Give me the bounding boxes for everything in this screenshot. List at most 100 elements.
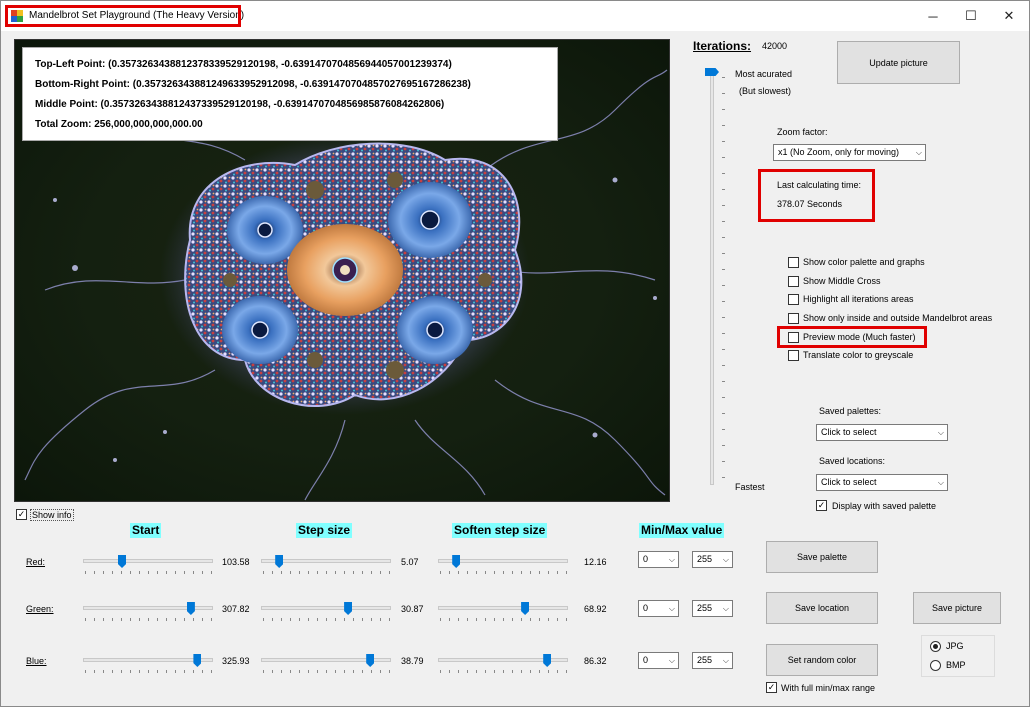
green-soften-thumb[interactable] [521, 602, 530, 615]
chevron-down-icon: ⌵ [668, 604, 675, 613]
jpg-radio[interactable] [930, 641, 941, 652]
blue-min-select[interactable]: 0 ⌵ [638, 652, 679, 669]
random-color-button[interactable]: Set random color [766, 644, 878, 676]
option-label-inside-outside[interactable]: Show only inside and outside Mandelbrot … [803, 313, 992, 323]
option-checkbox-greyscale[interactable] [788, 350, 799, 361]
blue-start-ticks [85, 670, 213, 673]
option-checkbox-highlight[interactable] [788, 294, 799, 305]
red-soften-ticks [440, 571, 568, 574]
title-bar[interactable]: Mandelbrot Set Playground (The Heavy Ver… [1, 1, 1029, 31]
red-start-ticks [85, 571, 213, 574]
green-start-ticks [85, 618, 213, 621]
zoom-factor-select[interactable]: x1 (No Zoom, only for moving) ⌵ [773, 144, 926, 161]
total-zoom: Total Zoom: 256,000,000,000,000.00 [35, 119, 203, 130]
green-soften-track[interactable] [438, 606, 568, 610]
red-min-select[interactable]: 0 ⌵ [638, 551, 679, 568]
header-soften-step-size: Soften step size [452, 523, 548, 538]
green-step-track[interactable] [261, 606, 391, 610]
chevron-down-icon: ⌵ [937, 428, 944, 437]
minimize-button[interactable]: ─ [913, 1, 953, 31]
green-step-thumb[interactable] [344, 602, 353, 615]
jpg-label[interactable]: JPG [946, 641, 964, 651]
most-accurate-label: Most acurated [735, 69, 793, 79]
title-highlight-box [5, 5, 241, 27]
blue-max-value: 255 [697, 655, 713, 665]
option-label-palette[interactable]: Show color palette and graphs [803, 257, 925, 267]
red-step-thumb[interactable] [275, 555, 284, 568]
blue-min-value: 0 [643, 655, 649, 665]
calc-time-label: Last calculating time: [777, 180, 862, 190]
red-start-value: 103.58 [222, 557, 250, 567]
iterations-slider-track[interactable] [710, 71, 714, 485]
blue-soften-value: 86.32 [584, 656, 607, 666]
iterations-value: 42000 [762, 41, 788, 51]
full-range-label[interactable]: With full min/max range [781, 683, 875, 693]
blue-max-select[interactable]: 255 ⌵ [692, 652, 733, 669]
update-picture-button[interactable]: Update picture [837, 41, 960, 84]
red-max-select[interactable]: 255 ⌵ [692, 551, 733, 568]
saved-palettes-select[interactable]: Click to select ⌵ [816, 424, 948, 441]
option-checkbox-middle-cross[interactable] [788, 276, 799, 287]
chevron-down-icon: ⌵ [668, 656, 675, 665]
green-max-select[interactable]: 255 ⌵ [692, 600, 733, 617]
full-range-checkbox[interactable]: ✓ [766, 682, 777, 693]
green-start-thumb[interactable] [186, 602, 195, 615]
red-label: Red: [26, 557, 46, 567]
green-step-value: 30.87 [401, 604, 424, 614]
saved-palettes-label: Saved palettes: [819, 406, 882, 416]
option-label-middle-cross[interactable]: Show Middle Cross [803, 276, 881, 286]
top-left-point: Top-Left Point: (0.357326343881237833952… [35, 59, 452, 70]
saved-locations-value: Click to select [821, 477, 877, 487]
green-min-select[interactable]: 0 ⌵ [638, 600, 679, 617]
red-step-value: 5.07 [401, 557, 419, 567]
bmp-label[interactable]: BMP [946, 660, 966, 670]
display-saved-palette-checkbox[interactable]: ✓ [816, 500, 827, 511]
option-checkbox-preview[interactable] [788, 332, 799, 343]
red-soften-thumb[interactable] [452, 555, 461, 568]
middle-point: Middle Point: (0.35732634388124373395291… [35, 99, 445, 110]
maximize-button[interactable]: ☐ [951, 1, 991, 31]
red-start-thumb[interactable] [118, 555, 126, 568]
but-slowest-label: (But slowest) [739, 86, 792, 96]
blue-soften-ticks [440, 670, 568, 673]
close-button[interactable]: ✕ [989, 1, 1029, 31]
iterations-slider-thumb[interactable] [705, 68, 719, 76]
blue-step-ticks [263, 670, 391, 673]
saved-locations-label: Saved locations: [819, 456, 886, 466]
green-max-value: 255 [697, 603, 713, 613]
fastest-label: Fastest [735, 482, 765, 492]
red-step-ticks [263, 571, 391, 574]
green-start-value: 307.82 [222, 604, 250, 614]
header-min-max: Min/Max value [639, 523, 725, 538]
iterations-slider-ticks [722, 77, 725, 485]
option-label-greyscale[interactable]: Translate color to greyscale [803, 350, 913, 360]
blue-start-value: 325.93 [222, 656, 250, 666]
chevron-down-icon: ⌵ [915, 148, 922, 157]
blue-soften-thumb[interactable] [543, 654, 552, 667]
chevron-down-icon: ⌵ [722, 555, 729, 564]
red-start-track[interactable] [83, 559, 213, 563]
zoom-factor-label: Zoom factor: [777, 127, 828, 137]
red-max-value: 255 [697, 554, 713, 564]
red-soften-value: 12.16 [584, 557, 607, 567]
option-checkbox-palette[interactable] [788, 257, 799, 268]
save-picture-button[interactable]: Save picture [913, 592, 1001, 624]
save-location-button[interactable]: Save location [766, 592, 878, 624]
show-info-label[interactable]: Show info [30, 509, 74, 521]
green-min-value: 0 [643, 603, 649, 613]
info-overlay: Top-Left Point: (0.357326343881237833952… [22, 47, 558, 141]
display-saved-palette-label[interactable]: Display with saved palette [832, 501, 936, 511]
option-label-preview[interactable]: Preview mode (Much faster) [803, 332, 916, 342]
zoom-factor-value: x1 (No Zoom, only for moving) [778, 147, 900, 157]
blue-step-thumb[interactable] [366, 654, 375, 667]
chevron-down-icon: ⌵ [937, 478, 944, 487]
option-label-highlight[interactable]: Highlight all iterations areas [803, 294, 914, 304]
saved-locations-select[interactable]: Click to select ⌵ [816, 474, 948, 491]
blue-start-thumb[interactable] [193, 654, 202, 667]
option-checkbox-inside-outside[interactable] [788, 313, 799, 324]
green-step-ticks [263, 618, 391, 621]
header-start: Start [130, 523, 162, 538]
show-info-checkbox[interactable]: ✓ [16, 509, 27, 520]
bmp-radio[interactable] [930, 660, 941, 671]
save-palette-button[interactable]: Save palette [766, 541, 878, 573]
